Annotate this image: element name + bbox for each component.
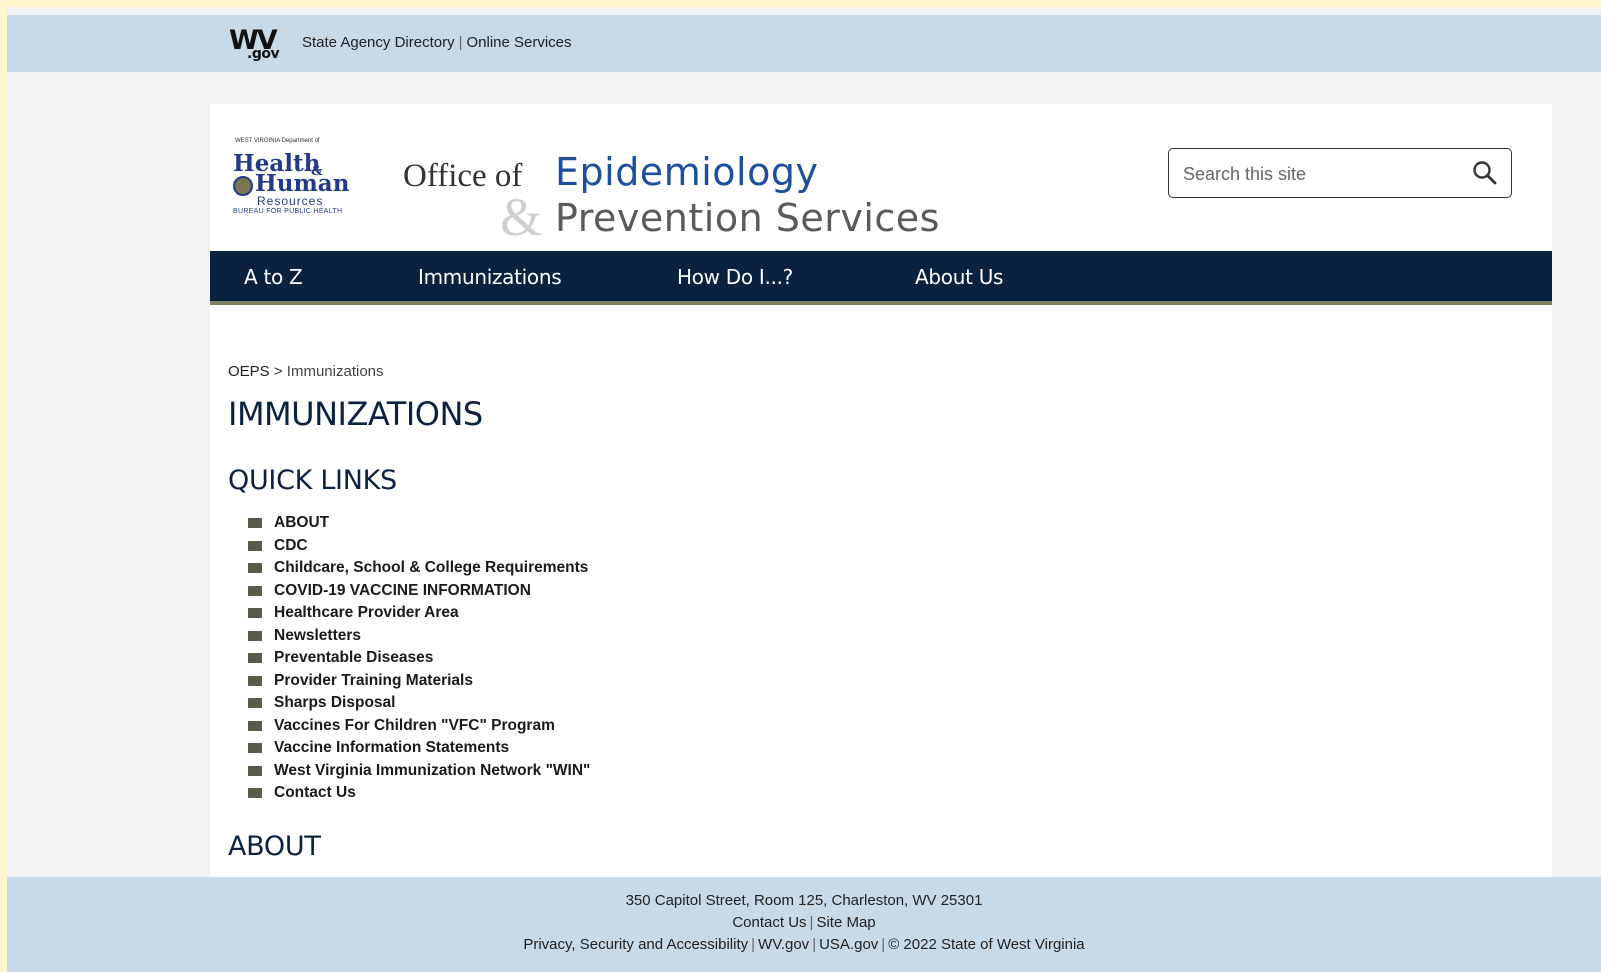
nav-item-how-do-i[interactable]: How Do I...? — [677, 265, 793, 289]
site-footer: 350 Capitol Street, Room 125, Charleston… — [7, 877, 1601, 972]
topbar-links: State Agency Directory | Online Services — [302, 34, 572, 51]
breadcrumb-separator: > — [273, 363, 283, 380]
browser-viewport: WV .gov State Agency Directory | Online Se… — [7, 7, 1601, 972]
wv-gov-logo[interactable]: WV .gov — [229, 25, 289, 65]
site-header: WEST VIRGINIA Department of Health & Hum… — [210, 104, 1552, 251]
quick-link-vfc-program[interactable]: Vaccines For Children "VFC" Program — [248, 716, 590, 739]
breadcrumb-current: Immunizations — [286, 363, 384, 380]
quick-link-training-materials[interactable]: Provider Training Materials — [248, 671, 590, 694]
state-seal-icon — [233, 176, 253, 196]
search-icon[interactable] — [1471, 159, 1499, 187]
quick-link-requirements[interactable]: Childcare, School & College Requirements — [248, 558, 590, 581]
footer-wvgov-link[interactable]: WV.gov — [758, 936, 809, 953]
footer-links-row-2: Privacy, Security and Accessibility | WV.g… — [523, 936, 1085, 953]
main-nav: A to Z Immunizations How Do I...? About … — [210, 251, 1552, 305]
quick-link-newsletters[interactable]: Newsletters — [248, 626, 590, 649]
footer-links-row-1: Contact Us | Site Map — [732, 914, 876, 931]
nav-item-about-us[interactable]: About Us — [915, 265, 1003, 289]
quick-link-about[interactable]: ABOUT — [248, 513, 590, 536]
page-title: IMMUNIZATIONS — [228, 395, 483, 433]
quick-link-preventable-diseases[interactable]: Preventable Diseases — [248, 648, 590, 671]
search-input[interactable] — [1181, 160, 1465, 188]
quick-links-list: ABOUT CDC Childcare, School & College Re… — [248, 513, 590, 806]
breadcrumb-home-link[interactable]: OEPS — [228, 363, 270, 380]
quick-links-heading: QUICK LINKS — [228, 465, 397, 496]
online-services-link[interactable]: Online Services — [466, 34, 571, 51]
quick-link-contact-us[interactable]: Contact Us — [248, 783, 590, 806]
footer-sitemap-link[interactable]: Site Map — [816, 914, 875, 931]
quick-link-sharps-disposal[interactable]: Sharps Disposal — [248, 693, 590, 716]
state-agency-directory-link[interactable]: State Agency Directory — [302, 34, 455, 51]
site-title[interactable]: Office of Epidemiology & Prevention Serv… — [403, 126, 963, 247]
nav-item-a-to-z[interactable]: A to Z — [244, 265, 303, 289]
quick-link-provider-area[interactable]: Healthcare Provider Area — [248, 603, 590, 626]
page-container: WEST VIRGINIA Department of Health & Hum… — [210, 104, 1552, 884]
footer-contact-link[interactable]: Contact Us — [732, 914, 806, 931]
quick-link-win[interactable]: West Virginia Immunization Network "WIN" — [248, 761, 590, 784]
quick-link-vis[interactable]: Vaccine Information Statements — [248, 738, 590, 761]
footer-address: 350 Capitol Street, Room 125, Charleston… — [625, 892, 983, 909]
nav-item-immunizations[interactable]: Immunizations — [418, 265, 562, 289]
wv-gov-topbar: WV .gov State Agency Directory | Online Se… — [7, 15, 1601, 72]
quick-link-covid-vaccine[interactable]: COVID-19 VACCINE INFORMATION — [248, 581, 590, 604]
breadcrumb: OEPS > Immunizations — [228, 363, 384, 380]
quick-link-cdc[interactable]: CDC — [248, 536, 590, 559]
about-heading: ABOUT — [228, 831, 321, 862]
site-search — [1168, 148, 1512, 198]
footer-copyright: © 2022 State of West Virginia — [888, 936, 1085, 953]
dhhr-logo[interactable]: WEST VIRGINIA Department of Health & Hum… — [233, 138, 388, 218]
footer-usagov-link[interactable]: USA.gov — [819, 936, 878, 953]
footer-privacy-link[interactable]: Privacy, Security and Accessibility — [523, 936, 748, 953]
